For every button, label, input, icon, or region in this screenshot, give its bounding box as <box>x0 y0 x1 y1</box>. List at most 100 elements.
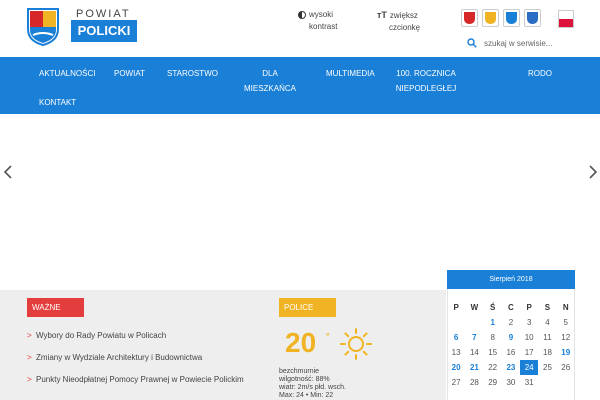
calendar-day: 15 <box>488 348 498 357</box>
weather-details: bezchmurnie wilgotność: 88% wiatr: 2m/s … <box>279 368 346 400</box>
nav-item-powiat[interactable]: POWIAT <box>114 67 145 80</box>
sun-icon <box>340 328 372 360</box>
calendar-day: 11 <box>543 333 552 342</box>
temperature-value: 20 <box>285 327 317 358</box>
calendar-day[interactable]: 23 <box>502 360 520 375</box>
calendar-empty-cell <box>538 375 556 390</box>
calendar-day[interactable]: 1 <box>484 315 502 330</box>
calendar-day: 5 <box>563 318 568 327</box>
contrast-label-2: kontrast <box>309 22 338 31</box>
news-title: Zmiany w Wydziale Architektury i Budowni… <box>36 353 203 362</box>
calendar-day: 25 <box>543 363 552 372</box>
important-badge: WAŻNE <box>27 298 84 317</box>
calendar-day[interactable]: 20 <box>447 360 465 375</box>
nav-item-kontakt[interactable]: KONTAKT <box>39 96 76 109</box>
calendar-day[interactable]: 9 <box>502 330 520 345</box>
calendar-weekday: W <box>470 303 479 312</box>
calendar-day: 4 <box>545 318 550 327</box>
font-size-icon: тТ <box>377 10 387 20</box>
calendar-weekday: P <box>453 303 459 312</box>
news-link-2[interactable]: > Zmiany w Wydziale Architektury i Budown… <box>27 352 257 364</box>
calendar-day: 10 <box>524 333 534 342</box>
crest-link-2[interactable] <box>482 9 499 27</box>
news-title: Wybory do Rady Powiatu w Policach <box>36 331 167 340</box>
news-link-3[interactable]: > Punkty Nieodpłatnej Pomocy Prawnej w Po… <box>27 374 257 386</box>
calendar-empty-cell <box>447 315 465 330</box>
calendar-day: 3 <box>526 318 532 327</box>
nav-item-rodo[interactable]: RODO <box>528 67 552 80</box>
calendar-day: 22 <box>488 363 498 372</box>
crest-icon <box>485 12 496 24</box>
logo-text-policki[interactable]: POLICKI <box>71 20 137 42</box>
crest-icon <box>527 12 538 24</box>
chevron-right-icon: > <box>27 331 32 340</box>
weather-minmax: Max: 24 • Min: 22 <box>279 392 334 399</box>
calendar-weekday: Ś <box>489 303 496 312</box>
search-input[interactable] <box>484 36 584 51</box>
calendar-day[interactable]: 19 <box>557 345 575 360</box>
chevron-right-icon: > <box>27 375 32 384</box>
slider-next-arrow-icon[interactable] <box>588 165 598 179</box>
calendar-day: 8 <box>490 333 495 342</box>
calendar-month-title[interactable]: Sierpień 2018 <box>447 270 575 289</box>
font-size-label-1: zwiększ <box>389 11 418 20</box>
calendar-day: 31 <box>524 378 534 387</box>
news-title: Punkty Nieodpłatnej Pomocy Prawnej w Pow… <box>36 375 244 384</box>
municipality-crests <box>461 9 541 27</box>
crest-icon <box>506 12 517 24</box>
calendar-day-today[interactable]: 24 <box>520 360 539 375</box>
logo-text-powiat[interactable]: POWIAT <box>76 8 131 20</box>
font-size-toggle[interactable]: тТ zwiększ czcionkę <box>377 9 420 34</box>
calendar-day: 2 <box>508 318 514 327</box>
nav-item-label-line2: MIESZKAŃCA <box>243 84 296 93</box>
crest-link-1[interactable] <box>461 9 478 27</box>
chevron-right-icon: > <box>27 353 32 362</box>
degree-symbol: ° <box>326 331 330 341</box>
calendar-day: 29 <box>488 378 498 387</box>
nav-item-label-line1: 100. ROCZNICA <box>396 69 456 78</box>
calendar-empty-cell <box>465 315 483 330</box>
news-link-1[interactable]: > Wybory do Rady Powiatu w Policach <box>27 330 257 342</box>
calendar-weekday: N <box>562 303 569 312</box>
nav-item-dla-mieszkanca[interactable]: DLA MIESZKAŃCA <box>230 67 310 95</box>
calendar-day: 30 <box>506 378 516 387</box>
nav-item-label-line2: NIEPODLEGŁEJ <box>395 84 457 93</box>
calendar-day: 13 <box>451 348 461 357</box>
calendar-day: 26 <box>561 363 571 372</box>
calendar-day: 27 <box>451 378 461 387</box>
contrast-label-1: wysoki <box>309 10 334 19</box>
calendar-day[interactable]: 7 <box>465 330 483 345</box>
search-icon[interactable] <box>467 38 477 48</box>
contrast-icon <box>298 10 306 19</box>
slider-prev-arrow-icon[interactable] <box>3 165 13 179</box>
nav-item-multimedia[interactable]: MULTIMEDIA <box>326 67 375 80</box>
calendar-weekday: P <box>526 303 532 312</box>
weather-condition: bezchmurnie <box>279 368 320 375</box>
polish-flag-icon[interactable] <box>558 10 574 28</box>
nav-item-100-rocznica[interactable]: 100. ROCZNICA NIEPODLEGŁEJ <box>388 67 464 95</box>
nav-item-aktualnosci[interactable]: AKTUALNOŚCI <box>39 67 95 80</box>
calendar-empty-cell <box>557 375 575 390</box>
calendar-day[interactable]: 6 <box>447 330 465 345</box>
hero-slider <box>0 114 600 270</box>
calendar-day: 16 <box>506 348 516 357</box>
high-contrast-toggle[interactable]: wysoki kontrast <box>298 9 337 33</box>
calendar-day: 17 <box>524 348 534 357</box>
weather-humidity: wilgotność: 88% <box>279 376 330 383</box>
calendar-day: 14 <box>469 348 479 357</box>
weather-location-badge: POLICE <box>279 298 336 317</box>
crest-link-3[interactable] <box>503 9 520 27</box>
calendar-day: 12 <box>561 333 571 342</box>
crest-icon <box>464 12 475 24</box>
font-size-label-2: czcionkę <box>389 23 421 32</box>
calendar-grid: P W Ś C P S N 1 2 3 4 5 6 7 8 9 10 11 12 13 14 15 16 17 18 19 20 21… <box>447 300 575 390</box>
calendar-day: 18 <box>543 348 552 357</box>
nav-item-starostwo[interactable]: STAROSTWO <box>167 67 218 80</box>
crest-link-4[interactable] <box>524 9 541 27</box>
calendar-day[interactable]: 21 <box>465 360 483 375</box>
weather-wind: wiatr: 2m/s płd. wsch. <box>279 384 346 391</box>
important-news-list: > Wybory do Rady Powiatu w Policach > Zmia… <box>27 330 257 396</box>
calendar-day: 28 <box>469 378 479 387</box>
site-header: POWIAT POLICKI wysoki kontrast тТ zwiększ… <box>0 0 600 57</box>
coat-of-arms-icon[interactable] <box>26 7 60 47</box>
